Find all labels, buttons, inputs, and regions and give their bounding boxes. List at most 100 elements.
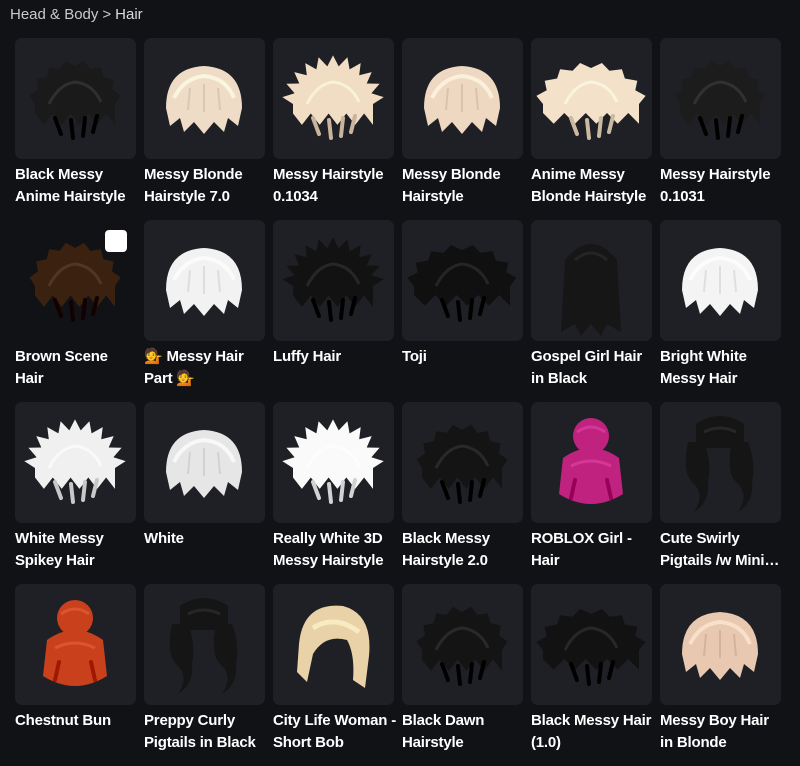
hair-icon	[282, 55, 384, 140]
item-name: 💁 Messy Hair Part 💁	[144, 348, 244, 387]
hair-icon	[536, 63, 646, 140]
breadcrumb: Head & Body > Hair	[10, 4, 143, 24]
item-thumbnail[interactable]	[144, 584, 265, 705]
item-grid: Black Messy Anime Hairstyle Messy Blonde …	[15, 38, 781, 766]
hair-icon	[561, 244, 621, 336]
item-thumbnail[interactable]	[531, 584, 652, 705]
item-name: Chestnut Bun	[15, 712, 111, 729]
item-thumbnail[interactable]	[15, 584, 136, 705]
breadcrumb-parent[interactable]: Head & Body	[10, 6, 98, 23]
hair-icon	[674, 60, 766, 140]
avatar-item-card[interactable]: Preppy Curly Pigtails in Black	[144, 584, 265, 766]
hair-icon	[424, 66, 500, 134]
item-name: City Life Woman - Short Bob	[273, 712, 396, 751]
item-name: Messy Blonde Hairstyle 7.0	[144, 166, 243, 205]
hair-icon	[169, 598, 238, 694]
avatar-item-card[interactable]: Cute Swirly Pigtails /w Mini Buns	[660, 402, 781, 584]
avatar-item-card[interactable]: Messy Blonde Hairstyle	[402, 38, 523, 220]
avatar-item-card[interactable]: Really White 3D Messy Hairstyle	[273, 402, 394, 584]
hair-icon	[685, 416, 754, 512]
avatar-item-card[interactable]: Brown Scene Hair	[15, 220, 136, 402]
avatar-item-card[interactable]: Bright White Messy Hair	[660, 220, 781, 402]
item-thumbnail[interactable]	[144, 402, 265, 523]
item-name: Black Messy Hair (1.0)	[531, 712, 652, 751]
avatar-item-card[interactable]: Messy Blonde Hairstyle 7.0	[144, 38, 265, 220]
hair-icon	[282, 419, 384, 504]
hair-icon	[166, 66, 242, 134]
chevron-right-icon: >	[102, 5, 112, 23]
item-thumbnail[interactable]	[660, 584, 781, 705]
item-thumbnail[interactable]	[273, 220, 394, 341]
item-name: Messy Hairstyle 0.1034	[273, 166, 384, 205]
item-name: Gospel Girl Hair in Black	[531, 348, 642, 387]
item-thumbnail[interactable]	[531, 402, 652, 523]
hair-icon	[166, 248, 242, 316]
item-name: Really White 3D Messy Hairstyle	[273, 530, 384, 569]
hair-icon	[416, 424, 508, 504]
hair-icon	[24, 419, 126, 504]
avatar-item-card[interactable]: Luffy Hair	[273, 220, 394, 402]
item-name: White	[144, 530, 184, 547]
hair-icon	[682, 248, 758, 316]
avatar-item-card[interactable]: ROBLOX Girl - Hair	[531, 402, 652, 584]
avatar-item-card[interactable]: White Messy Spikey Hair	[15, 402, 136, 584]
item-name: Messy Hairstyle 0.1031	[660, 166, 771, 205]
item-thumbnail[interactable]	[144, 220, 265, 341]
avatar-item-card[interactable]: Messy Boy Hair in Blonde	[660, 584, 781, 766]
item-thumbnail[interactable]	[402, 584, 523, 705]
avatar-item-card[interactable]: 💁 Messy Hair Part 💁	[144, 220, 265, 402]
item-thumbnail[interactable]	[402, 38, 523, 159]
avatar-item-card[interactable]: Messy Hairstyle 0.1031	[660, 38, 781, 220]
avatar-item-card[interactable]: City Life Woman - Short Bob	[273, 584, 396, 766]
avatar-item-card[interactable]: Messy Hairstyle 0.1034	[273, 38, 394, 220]
hair-icon	[682, 612, 758, 680]
item-thumbnail[interactable]	[402, 402, 523, 523]
hair-icon	[559, 418, 623, 504]
breadcrumb-current: Hair	[115, 5, 143, 23]
item-name: Bright White Messy Hair	[660, 348, 747, 387]
item-name: ROBLOX Girl - Hair	[531, 530, 632, 569]
hair-icon	[282, 237, 384, 322]
item-thumbnail[interactable]	[531, 38, 652, 159]
item-thumbnail[interactable]	[273, 584, 394, 705]
item-thumbnail[interactable]	[402, 220, 523, 341]
item-name: Preppy Curly Pigtails in Black	[144, 712, 256, 751]
avatar-item-card[interactable]: Black Messy Hairstyle 2.0	[402, 402, 523, 584]
item-name: Cute Swirly Pigtails /w Mini Buns	[660, 530, 765, 569]
avatar-item-card[interactable]: Chestnut Bun	[15, 584, 136, 766]
item-name: Toji	[402, 348, 427, 365]
item-thumbnail[interactable]	[144, 38, 265, 159]
item-name: Black Messy Anime Hairstyle	[15, 166, 126, 205]
item-thumbnail[interactable]	[15, 38, 136, 159]
item-name: Luffy Hair	[273, 348, 342, 365]
avatar-item-card[interactable]: Toji	[402, 220, 523, 402]
item-thumbnail[interactable]	[273, 38, 394, 159]
hair-icon	[297, 605, 370, 688]
item-name: White Messy Spikey Hair	[15, 530, 104, 569]
item-thumbnail[interactable]	[660, 402, 781, 523]
item-thumbnail[interactable]	[531, 220, 652, 341]
checkmark-icon[interactable]	[105, 230, 136, 317]
hair-icon	[416, 606, 508, 686]
item-name: Messy Boy Hair in Blonde	[660, 712, 769, 751]
hair-icon	[536, 609, 646, 686]
hair-icon	[166, 430, 242, 498]
avatar-item-card[interactable]: Gospel Girl Hair in Black	[531, 220, 652, 402]
avatar-item-card[interactable]: White	[144, 402, 265, 584]
hair-icon	[407, 245, 517, 322]
avatar-item-card[interactable]: Black Messy Anime Hairstyle	[15, 38, 136, 220]
avatar-item-card[interactable]: Black Dawn Hairstyle	[402, 584, 523, 766]
hair-icon	[43, 600, 107, 686]
item-thumbnail[interactable]	[15, 220, 136, 341]
item-name: Black Dawn Hairstyle	[402, 712, 485, 751]
item-thumbnail[interactable]	[15, 402, 136, 523]
item-thumbnail[interactable]	[273, 402, 394, 523]
avatar-item-card[interactable]: Black Messy Hair (1.0)	[531, 584, 652, 766]
avatar-item-card[interactable]: Anime Messy Blonde Hairstyle	[531, 38, 652, 220]
item-thumbnail[interactable]	[660, 220, 781, 341]
item-thumbnail[interactable]	[660, 38, 781, 159]
hair-icon	[29, 60, 121, 140]
item-name: Brown Scene Hair	[15, 348, 108, 387]
item-name: Black Messy Hairstyle 2.0	[402, 530, 490, 569]
item-name: Anime Messy Blonde Hairstyle	[531, 166, 647, 205]
